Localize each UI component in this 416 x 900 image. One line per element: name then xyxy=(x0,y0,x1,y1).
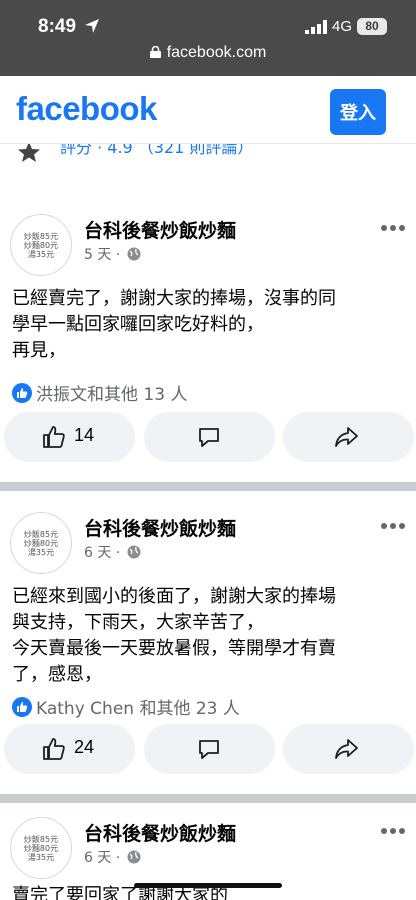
post-text: 已經賣完了，謝謝大家的捧場，沒事的同 學早一點回家囉回家吃好料的， 再見， xyxy=(12,286,408,364)
more-options-icon[interactable] xyxy=(380,827,406,835)
post-text-line: 已經賣完了，謝謝大家的捧場，沒事的同 xyxy=(12,288,336,309)
avatar-line: 炒飯85元 xyxy=(23,232,59,241)
page-avatar[interactable]: 炒飯85元 炒麵80元 湯35元 xyxy=(10,512,72,574)
avatar-line: 湯35元 xyxy=(27,250,55,259)
status-time: 8:49 xyxy=(38,16,77,37)
network-type: 4G xyxy=(332,18,353,35)
login-button[interactable]: 登入 xyxy=(330,89,386,135)
post-time-text: 5 天 xyxy=(84,247,112,263)
post-time[interactable]: 5 天 · xyxy=(84,244,141,264)
post-text-line: 已經來到國小的後面了，謝謝大家的捧場 xyxy=(12,586,336,607)
avatar-line: 炒麵80元 xyxy=(23,539,59,548)
reactions-summary[interactable]: 洪振文和其他 13 人 xyxy=(12,380,187,405)
comment-icon xyxy=(199,740,219,759)
share-icon xyxy=(335,427,358,447)
thumbs-up-icon xyxy=(43,426,65,448)
post-text-line: 了，感恩， xyxy=(12,664,102,685)
battery-indicator: 80 xyxy=(357,18,387,35)
avatar-line: 湯35元 xyxy=(27,853,55,862)
post-text-line: 再見， xyxy=(12,340,66,361)
like-count: 24 xyxy=(74,737,95,757)
facebook-header: facebook 登入 xyxy=(0,76,416,144)
share-button[interactable] xyxy=(283,412,414,462)
post-time-text: 6 天 xyxy=(84,545,112,561)
status-bar: 8:49 4G 80 facebook.com xyxy=(0,0,416,76)
like-button[interactable]: 24 xyxy=(4,724,135,774)
post-text-line: 學早一點回家囉回家吃好料的， xyxy=(12,314,264,335)
lock-icon xyxy=(149,46,161,58)
home-indicator xyxy=(134,883,282,888)
share-button[interactable] xyxy=(283,724,414,774)
like-button[interactable]: 14 xyxy=(4,412,135,462)
more-options-icon[interactable] xyxy=(380,522,406,530)
post-time[interactable]: 6 天 · xyxy=(84,542,141,562)
page-name[interactable]: 台科後餐炒飯炒麵 xyxy=(84,216,236,243)
post-time-text: 6 天 xyxy=(84,850,112,866)
page-avatar[interactable]: 炒飯85元 炒麵80元 湯35元 xyxy=(10,214,72,276)
comment-button[interactable] xyxy=(144,412,275,462)
post-time[interactable]: 6 天 · xyxy=(84,847,141,867)
page-name[interactable]: 台科後餐炒飯炒麵 xyxy=(84,514,236,541)
post-card: 炒飯85元 炒麵80元 湯35元 台科後餐炒飯炒麵 5 天 · 已經賣完了，謝謝… xyxy=(0,200,416,484)
url-text: facebook.com xyxy=(166,44,267,61)
action-bar: 24 xyxy=(4,724,416,774)
address-bar[interactable]: facebook.com xyxy=(0,44,416,62)
avatar-line: 炒麵80元 xyxy=(23,241,59,250)
post-text-line: 今天賣最後一天要放暑假，等開學才有賣 xyxy=(12,638,336,659)
avatar-line: 炒麵80元 xyxy=(23,844,59,853)
avatar-line: 炒飯85元 xyxy=(23,530,59,539)
post-separator xyxy=(0,482,416,491)
reactions-text: Kathy Chen 和其他 23 人 xyxy=(36,699,240,719)
globe-icon xyxy=(127,247,141,261)
signal-bars-icon xyxy=(305,20,327,34)
reactions-text: 洪振文和其他 13 人 xyxy=(36,385,188,405)
globe-icon xyxy=(127,850,141,864)
avatar-line: 湯35元 xyxy=(27,548,55,557)
share-icon xyxy=(335,739,358,759)
reactions-summary[interactable]: Kathy Chen 和其他 23 人 xyxy=(12,694,240,719)
thumbs-up-icon xyxy=(43,738,65,760)
more-options-icon[interactable] xyxy=(380,224,406,232)
page-name[interactable]: 台科後餐炒飯炒麵 xyxy=(84,819,236,846)
facebook-logo[interactable]: facebook xyxy=(16,90,157,128)
like-reaction-icon xyxy=(12,383,32,403)
post-text: 已經來到國小的後面了，謝謝大家的捧場 與支持，下雨天，大家辛苦了， 今天賣最後一… xyxy=(12,584,408,688)
action-bar: 14 xyxy=(4,412,416,462)
post-card: 炒飯85元 炒麵80元 湯35元 台科後餐炒飯炒麵 6 天 · 已經來到國小的後… xyxy=(0,498,416,798)
like-reaction-icon xyxy=(12,697,32,717)
globe-icon xyxy=(127,545,141,559)
location-arrow-icon xyxy=(85,19,99,33)
page-avatar[interactable]: 炒飯85元 炒麵80元 湯35元 xyxy=(10,817,72,879)
post-separator xyxy=(0,794,416,803)
post-text-line: 與支持，下雨天，大家辛苦了， xyxy=(12,612,264,633)
like-count: 14 xyxy=(74,425,95,445)
comment-icon xyxy=(199,428,219,447)
star-icon xyxy=(18,142,40,162)
comment-button[interactable] xyxy=(144,724,275,774)
avatar-line: 炒飯85元 xyxy=(23,835,59,844)
